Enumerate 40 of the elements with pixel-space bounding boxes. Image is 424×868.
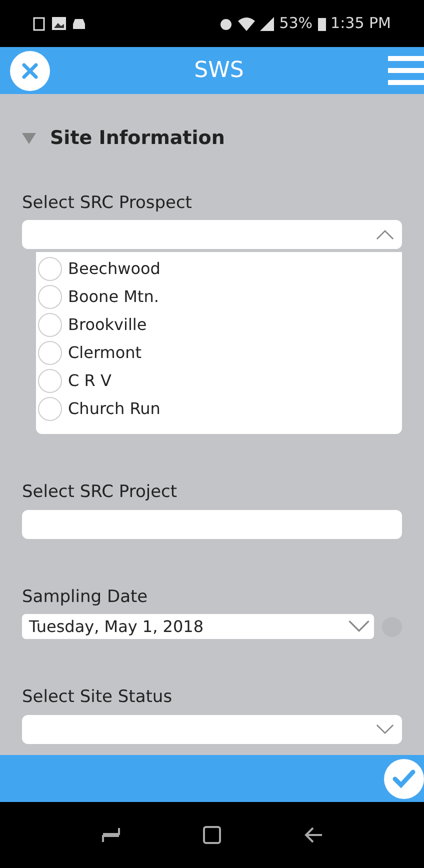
chevron-icon xyxy=(376,724,394,734)
field-label: Select SRC Prospect xyxy=(22,192,193,214)
option-label: Clermont xyxy=(68,342,142,364)
date-field[interactable]: Tuesday, May 1, 2018 xyxy=(22,614,374,639)
radio-button[interactable] xyxy=(38,397,62,421)
confirm-button[interactable] xyxy=(384,758,424,798)
home-icon[interactable] xyxy=(202,825,222,845)
close-button[interactable] xyxy=(10,50,50,90)
dropdown-field[interactable] xyxy=(22,714,402,744)
menu-icon[interactable] xyxy=(388,56,424,86)
battery-percent: 53% xyxy=(279,13,313,34)
field-label: Sampling Date xyxy=(22,586,149,608)
option-label: Beechwood xyxy=(68,258,160,280)
app-title: SWS xyxy=(194,57,244,85)
field-label: Select Site Status xyxy=(22,686,174,709)
recent-apps-icon[interactable] xyxy=(100,825,121,845)
radio-button[interactable] xyxy=(38,285,62,309)
option-label: Boone Mtn. xyxy=(68,286,159,308)
close-icon xyxy=(22,62,38,78)
battery-icon xyxy=(318,16,326,30)
radio-button[interactable] xyxy=(38,369,62,393)
chevron-icon xyxy=(348,620,370,633)
check-icon xyxy=(392,768,416,788)
expand-triangle-icon[interactable] xyxy=(22,131,36,146)
dropdown-field[interactable] xyxy=(22,220,402,249)
text-field[interactable] xyxy=(22,510,402,538)
date-value: Tuesday, May 1, 2018 xyxy=(29,616,204,638)
section-title: Site Information xyxy=(50,126,225,151)
option-label: Church Run xyxy=(68,398,160,420)
signal-icon xyxy=(260,16,274,30)
option-label: C R V xyxy=(68,370,112,392)
back-icon[interactable] xyxy=(303,825,324,845)
clock-time: 1:35 PM xyxy=(330,13,391,34)
radio-button[interactable] xyxy=(38,257,62,281)
radio-button[interactable] xyxy=(38,341,62,365)
image-icon xyxy=(52,16,66,30)
radio-button[interactable] xyxy=(38,313,62,337)
wifi-icon xyxy=(238,16,256,30)
option-label: Brookville xyxy=(68,314,147,336)
field-label: Select SRC Project xyxy=(22,481,178,504)
